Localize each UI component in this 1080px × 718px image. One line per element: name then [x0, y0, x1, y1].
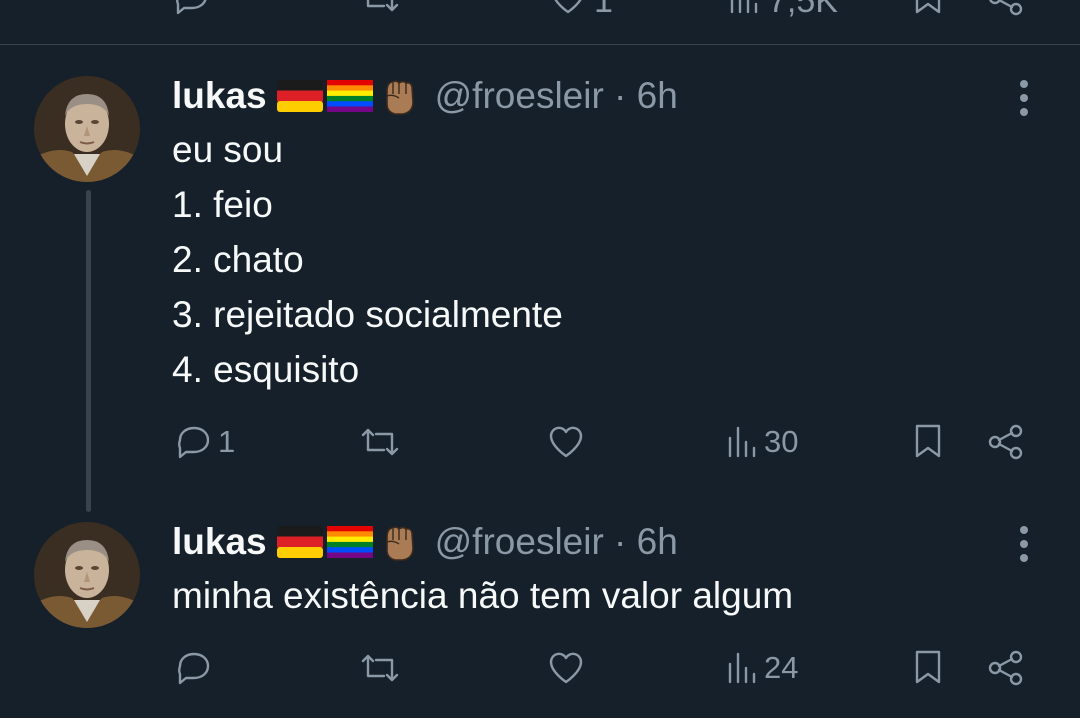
retweet-button[interactable]	[358, 422, 406, 462]
reply-button[interactable]	[174, 648, 218, 688]
views-icon	[728, 426, 756, 458]
retweet-icon	[361, 654, 399, 682]
bookmark-button[interactable]	[910, 648, 946, 688]
thread-connector-line	[86, 190, 91, 512]
raised-fist-icon	[385, 526, 414, 561]
tweet-text: minha existência não tem valor algum	[172, 568, 793, 623]
tweet-text-line: minha existência não tem valor algum	[172, 575, 794, 616]
tweet-text-line: eu sou	[172, 129, 284, 170]
tweet-header: lukas @froesleir · 6h	[172, 71, 678, 121]
retweet-icon[interactable]	[358, 0, 402, 18]
like-button[interactable]	[546, 422, 590, 462]
share-icon	[988, 650, 1023, 686]
display-name[interactable]: lukas	[172, 521, 267, 563]
views-count: 24	[764, 650, 799, 685]
rainbow-flag-icon	[326, 526, 373, 558]
views-icon[interactable]	[726, 0, 762, 18]
tweet-text-line: 3. rejeitado socialmente	[172, 294, 563, 335]
more-options-icon[interactable]	[1016, 526, 1032, 568]
display-name[interactable]: lukas	[172, 75, 267, 117]
name-emojis	[276, 520, 421, 564]
avatar[interactable]	[34, 522, 140, 628]
reply-count: 1	[218, 424, 236, 459]
reply-icon	[178, 426, 210, 459]
tweet-text-line: 2. chato	[172, 239, 304, 280]
like-button[interactable]	[546, 648, 590, 688]
share-button[interactable]	[986, 422, 1026, 462]
like-icon[interactable]	[548, 0, 588, 18]
tweet-text-line: 4. esquisito	[172, 349, 360, 390]
share-icon	[988, 424, 1023, 460]
views-count: 30	[764, 424, 799, 459]
bookmark-icon	[915, 424, 941, 458]
previous-tweet-actions: 1 7,5K	[0, 0, 1080, 44]
views-count: 7,5K	[768, 0, 838, 20]
views-button[interactable]: 30	[724, 422, 798, 462]
views-button[interactable]: 24	[724, 648, 798, 688]
tweet-text-line: 1. feio	[172, 184, 273, 225]
bookmark-icon[interactable]	[910, 0, 946, 18]
like-icon	[549, 652, 583, 684]
like-icon	[549, 426, 583, 458]
tweet-header: lukas @froesleir · 6h	[172, 517, 678, 567]
raised-fist-icon	[385, 80, 414, 115]
name-emojis	[276, 74, 421, 118]
handle-and-time[interactable]: @froesleir · 6h	[435, 521, 678, 563]
rainbow-flag-icon	[326, 80, 373, 112]
avatar[interactable]	[34, 76, 140, 182]
reply-icon[interactable]	[172, 0, 212, 18]
germany-flag-icon	[276, 526, 323, 558]
tweet-text: eu sou 1. feio 2. chato 3. rejeitado soc…	[172, 122, 563, 397]
bookmark-icon	[915, 650, 941, 684]
more-options-icon[interactable]	[1016, 80, 1032, 122]
share-icon[interactable]	[986, 0, 1026, 18]
share-button[interactable]	[986, 648, 1026, 688]
reply-icon	[178, 652, 210, 685]
retweet-icon	[361, 428, 399, 456]
like-count: 1	[594, 0, 613, 20]
bookmark-button[interactable]	[910, 422, 946, 462]
tweet-divider	[0, 44, 1080, 45]
retweet-button[interactable]	[358, 648, 406, 688]
reply-button[interactable]: 1	[174, 422, 235, 462]
views-icon	[728, 652, 756, 684]
handle-and-time[interactable]: @froesleir · 6h	[435, 75, 678, 117]
germany-flag-icon	[276, 80, 323, 112]
